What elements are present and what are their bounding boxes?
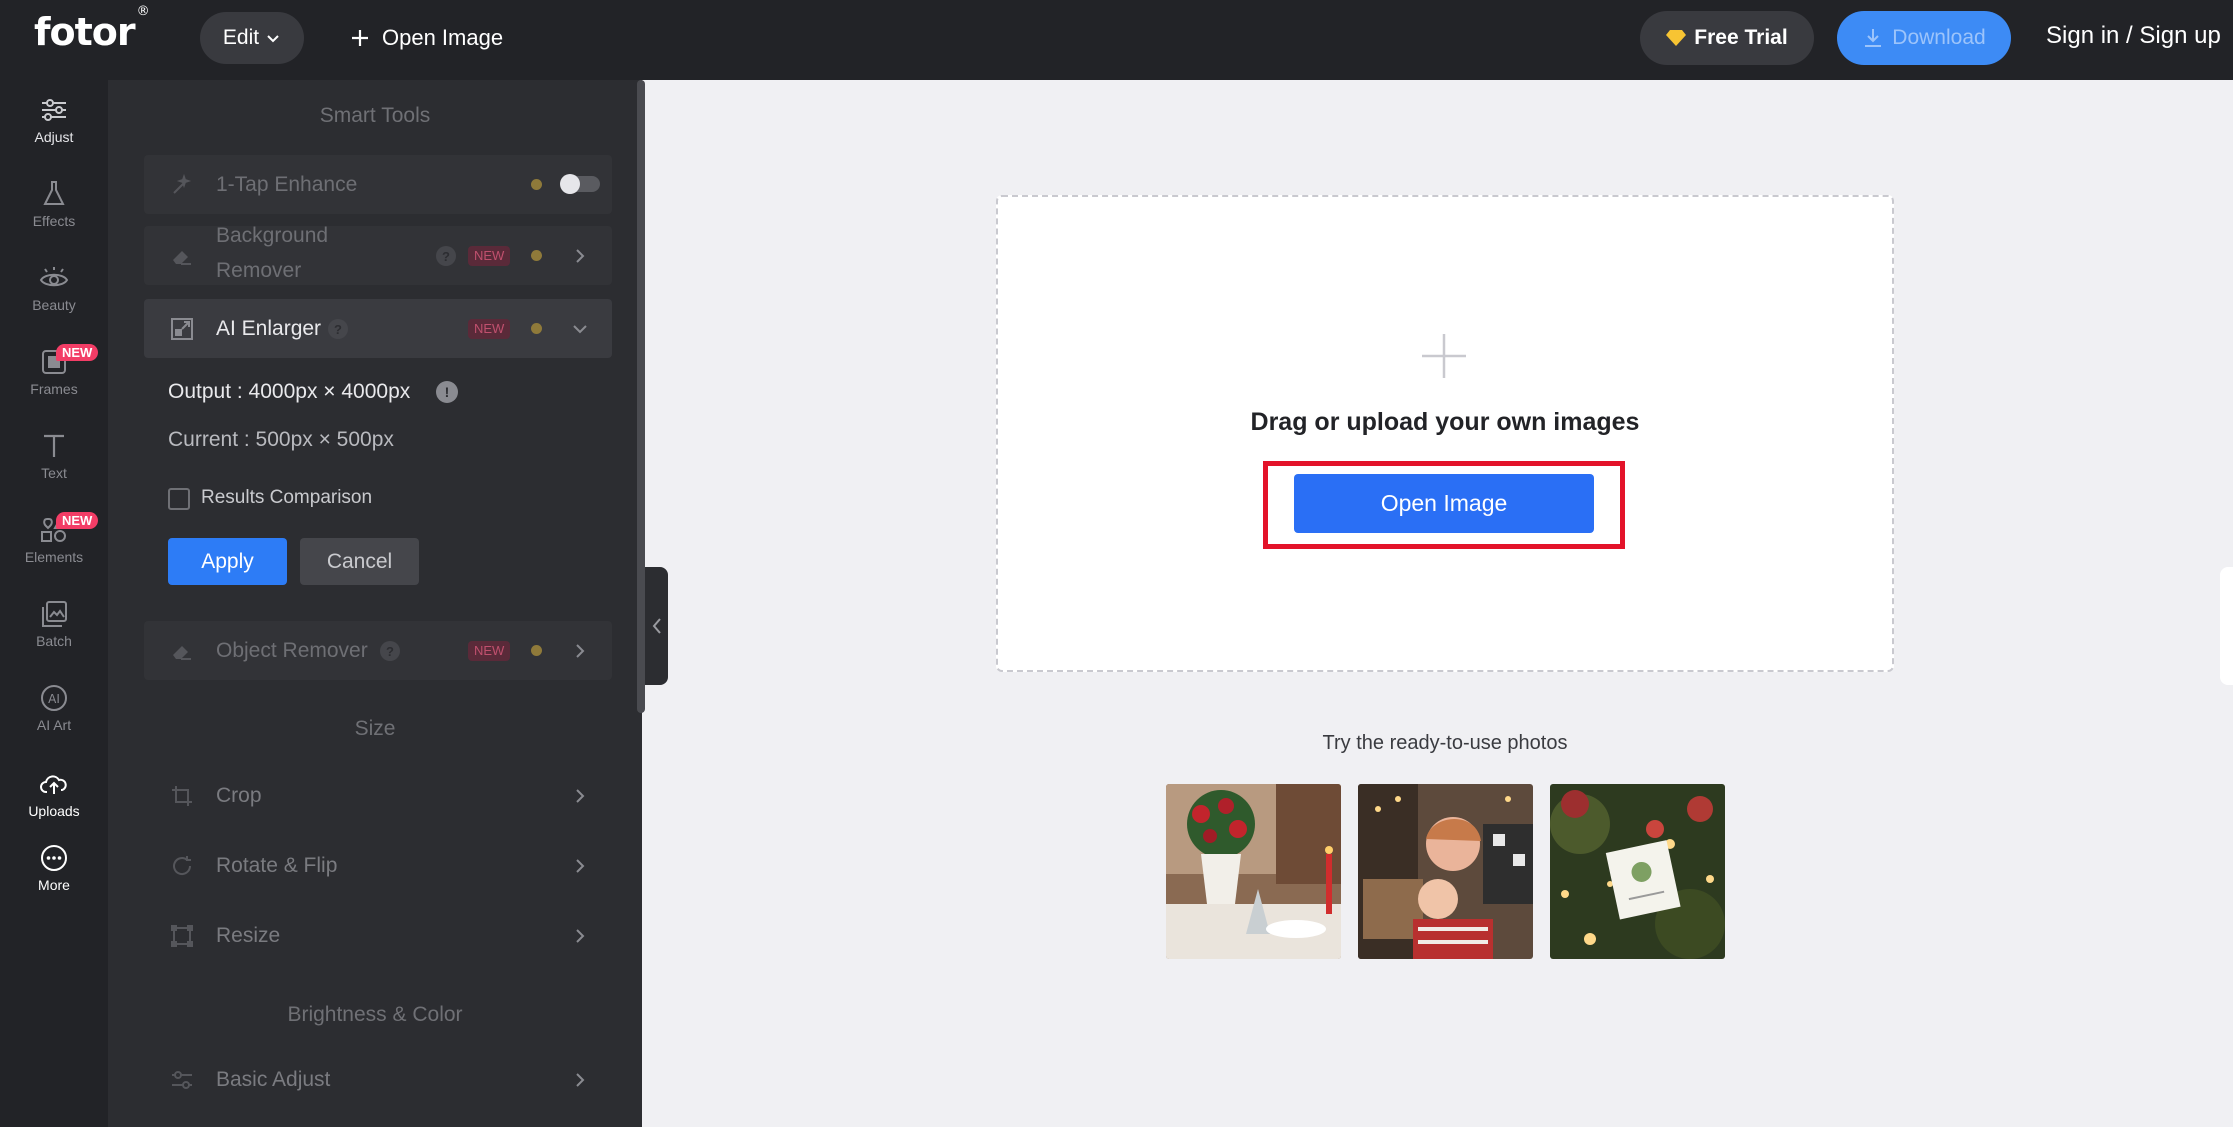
output-size-text: Output : 4000px × 4000px (168, 380, 411, 403)
ai-enlarger-label: AI Enlarger (216, 316, 322, 340)
status-dot (531, 323, 542, 334)
rail-label-frames: Frames (30, 381, 78, 397)
bg-remover-line2: Remover (216, 259, 302, 282)
eraser-icon (170, 244, 194, 268)
logo-text: fotor (34, 10, 136, 54)
download-button[interactable]: Download (1837, 11, 2011, 65)
chevron-left-icon (652, 618, 661, 634)
text-icon (44, 434, 64, 457)
sample-photo-3-image (1550, 784, 1725, 959)
magic-wand-icon (170, 173, 194, 197)
diamond-icon (1666, 30, 1687, 46)
section-title-smart-tools: Smart Tools (319, 104, 431, 127)
bg-remover-line1: Background (216, 224, 329, 247)
rail-item-effects[interactable]: Effects (0, 164, 108, 244)
plus-icon (352, 30, 368, 46)
sample-photo-1-image (1166, 784, 1341, 959)
chevron-down-icon (267, 35, 279, 43)
rail-label-batch: Batch (36, 633, 72, 649)
rail-label-ai-art: AI Art (36, 717, 72, 733)
rail-item-text[interactable]: Text (0, 416, 108, 496)
rail-label-beauty: Beauty (32, 297, 76, 313)
results-comparison-label: Results Comparison (201, 487, 373, 508)
edit-label: Edit (222, 26, 260, 49)
edit-menu-button[interactable]: Edit (200, 12, 304, 64)
sample-photo-3[interactable] (1550, 784, 1725, 959)
rail-item-beauty[interactable]: Beauty (0, 248, 108, 328)
cancel-button[interactable]: Cancel (300, 538, 419, 585)
sign-in-link[interactable]: Sign in / Sign up (2046, 22, 2221, 50)
sample-photo-2[interactable] (1358, 784, 1533, 959)
new-badge: NEW (56, 344, 99, 361)
rail-label-elements: Elements (24, 549, 84, 565)
ai-icon: AI (41, 685, 67, 711)
dropzone-title: Drag or upload your own images (1250, 408, 1640, 436)
fotor-logo[interactable]: fotor ® (34, 4, 150, 54)
free-trial-button[interactable]: Free Trial (1640, 11, 1814, 65)
new-badge: NEW (468, 246, 511, 266)
rail-label-effects: Effects (32, 213, 76, 229)
rail-item-ai-art[interactable]: AI AI Art (0, 668, 108, 748)
tool-row-background-remover[interactable]: Background Remover ? NEW (144, 224, 612, 285)
tools-panel: Smart Tools 1-Tap Enhance Background Rem… (108, 80, 642, 1127)
free-trial-label: Free Trial (1694, 26, 1788, 49)
bg-remover-label: Background Remover (216, 218, 328, 288)
sample-photo-1[interactable] (1166, 784, 1341, 959)
rail-label-adjust: Adjust (34, 129, 74, 145)
eye-icon (39, 267, 69, 287)
rail-item-batch[interactable]: Batch (0, 584, 108, 664)
chevron-right-icon (576, 249, 585, 263)
download-icon (1865, 29, 1882, 47)
plus-icon (1422, 334, 1466, 378)
status-dot (531, 179, 542, 190)
new-badge: NEW (56, 512, 99, 529)
help-icon[interactable]: ? (436, 246, 456, 266)
open-image-top-label: Open Image (382, 25, 504, 50)
rail-label-text: Text (41, 465, 67, 481)
rail-item-more[interactable]: More (0, 828, 108, 908)
results-comparison-checkbox[interactable] (168, 488, 190, 510)
tool-row-ai-enlarger[interactable]: AI Enlarger ? NEW (144, 299, 612, 358)
one-tap-label: 1-Tap Enhance (216, 172, 358, 196)
enlarge-icon (170, 317, 194, 341)
collapse-panel-handle[interactable] (645, 567, 668, 685)
open-image-top-button[interactable]: Open Image (350, 12, 503, 64)
chevron-down-icon (573, 325, 587, 334)
svg-text:AI: AI (48, 692, 60, 706)
sample-photos-title: Try the ready-to-use photos (1322, 732, 1568, 754)
help-icon[interactable]: ? (328, 319, 348, 339)
panel-scrollbar[interactable] (637, 80, 645, 713)
batch-icon (42, 601, 67, 627)
one-tap-toggle[interactable] (560, 174, 600, 194)
open-image-button[interactable]: Open Image (1294, 474, 1594, 533)
right-panel-handle[interactable] (2220, 567, 2233, 685)
sample-photo-2-image (1358, 784, 1533, 959)
more-icon (41, 845, 67, 871)
new-badge: NEW (468, 319, 511, 339)
logo-registered-mark: ® (136, 4, 150, 20)
sliders-icon (42, 99, 66, 121)
rail-label-uploads: Uploads (28, 803, 80, 819)
download-label: Download (1892, 26, 1986, 49)
rail-item-elements[interactable]: Elements NEW (0, 500, 108, 580)
tool-category-rail: Adjust Effects Beauty Frames NEW Text El… (0, 80, 108, 1127)
flask-icon (43, 181, 65, 205)
top-bar: fotor ® Edit Open Image Free Trial Downlo… (0, 0, 2233, 80)
rail-item-uploads[interactable]: Uploads (0, 754, 108, 834)
current-size-text: Current : 500px × 500px (168, 428, 394, 451)
rail-item-adjust[interactable]: Adjust (0, 80, 108, 160)
info-icon[interactable]: ! (436, 381, 458, 403)
status-dot (531, 250, 542, 261)
apply-button[interactable]: Apply (168, 538, 287, 585)
rail-item-frames[interactable]: Frames NEW (0, 332, 108, 412)
cloud-upload-icon (40, 775, 67, 794)
tool-row-one-tap-enhance[interactable]: 1-Tap Enhance (144, 155, 612, 214)
rail-label-more: More (38, 877, 70, 893)
